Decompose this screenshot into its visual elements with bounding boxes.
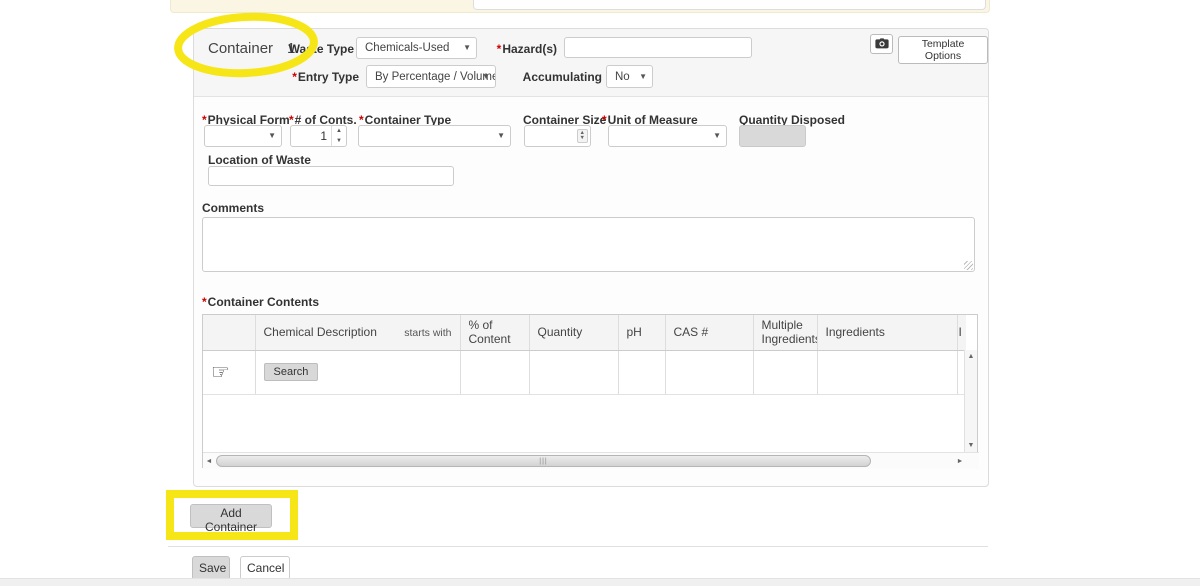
multiple-ingredients-column-header: Multiple Ingredients — [753, 315, 817, 350]
spin-up-icon[interactable]: ▲ — [332, 126, 346, 136]
top-alert-remnant — [170, 0, 990, 13]
spin-down-icon: ▼ — [580, 136, 585, 141]
container-size-spinner[interactable]: ▲ ▼ — [577, 129, 588, 143]
pct-of-content-cell — [460, 350, 529, 394]
quantity-cell — [529, 350, 618, 394]
location-of-waste-input[interactable] — [208, 166, 454, 186]
accumulating-select[interactable]: No ▼ — [606, 65, 653, 88]
horizontal-scrollbar[interactable]: ◄ ||| ► — [203, 452, 979, 469]
spin-down-icon[interactable]: ▼ — [332, 136, 346, 146]
multiple-ingredients-cell — [753, 350, 817, 394]
accumulating-value: No — [615, 71, 630, 83]
table-header-row: Chemical Description starts with % of Co… — [203, 315, 966, 350]
chemical-description-column-header: Chemical Description starts with — [255, 315, 460, 350]
pct-of-content-column-header: % of Content — [460, 315, 529, 350]
entry-type-label: *Entry Type — [234, 70, 359, 84]
bottom-strip — [0, 578, 1200, 586]
num-conts-input[interactable] — [291, 126, 331, 146]
cas-cell — [665, 350, 753, 394]
waste-type-value: Chemicals-Used — [365, 42, 449, 54]
num-conts-spin-buttons: ▲ ▼ — [331, 126, 346, 146]
container-type-select[interactable]: ▼ — [358, 125, 511, 147]
chevron-down-icon: ▼ — [482, 72, 490, 81]
textarea-resize-handle[interactable] — [964, 261, 973, 270]
starts-with-hint: starts with — [404, 327, 451, 339]
num-conts-stepper[interactable]: ▲ ▼ — [290, 125, 347, 147]
save-button[interactable]: Save — [192, 556, 230, 580]
comments-textarea[interactable] — [202, 217, 975, 272]
scrollbar-grip: ||| — [539, 458, 547, 465]
scroll-left-arrow[interactable]: ◄ — [203, 453, 215, 469]
ingredients-column-header: Ingredients — [817, 315, 957, 350]
add-container-button[interactable]: Add Container — [190, 504, 272, 528]
vertical-scrollbar[interactable]: ▲ ▼ — [964, 350, 977, 452]
row-selector-cell: ☞ — [203, 350, 255, 394]
unit-of-measure-select[interactable]: ▼ — [608, 125, 727, 147]
location-of-waste-label: Location of Waste — [208, 153, 311, 167]
container-panel: Container1 Waste Type Chemicals-Used ▼ *… — [193, 28, 989, 487]
chevron-down-icon: ▼ — [268, 131, 276, 140]
chevron-down-icon: ▼ — [497, 131, 505, 140]
entry-type-select[interactable]: By Percentage / Volume ▼ — [366, 65, 496, 88]
entry-type-value: By Percentage / Volume — [375, 71, 496, 83]
comments-label: Comments — [202, 201, 264, 215]
hazards-input[interactable] — [564, 37, 752, 58]
chevron-down-icon: ▼ — [713, 131, 721, 140]
quantity-disposed-input — [739, 125, 806, 147]
camera-button[interactable] — [870, 34, 893, 54]
cancel-button[interactable]: Cancel — [240, 556, 290, 580]
container-panel-header: Container1 Waste Type Chemicals-Used ▼ *… — [194, 29, 988, 97]
quantity-column-header: Quantity — [529, 315, 618, 350]
template-options-button[interactable]: Template Options — [898, 36, 988, 64]
waste-container-form: Container1 Waste Type Chemicals-Used ▼ *… — [0, 0, 1200, 586]
search-chemical-button[interactable]: Search — [264, 363, 319, 381]
top-alert-inner-box — [473, 0, 986, 10]
chemical-description-cell: Search — [255, 350, 460, 394]
container-contents-table: Chemical Description starts with % of Co… — [202, 314, 978, 468]
section-divider — [168, 546, 988, 547]
row-selector-column-header — [203, 315, 255, 350]
cas-column-header: CAS # — [665, 315, 753, 350]
hazards-label: *Hazard(s) — [439, 42, 557, 56]
truncated-column-header: I — [957, 315, 966, 350]
ingredients-cell — [817, 350, 957, 394]
ph-cell — [618, 350, 665, 394]
table-empty-area — [203, 394, 966, 452]
camera-icon — [875, 37, 889, 52]
horizontal-scrollbar-thumb[interactable]: ||| — [216, 455, 871, 467]
table-row: ☞ Search — [203, 350, 966, 394]
scroll-right-arrow[interactable]: ► — [954, 453, 966, 469]
scroll-up-arrow[interactable]: ▲ — [965, 353, 977, 360]
ph-column-header: pH — [618, 315, 665, 350]
physical-form-select[interactable]: ▼ — [204, 125, 282, 147]
accumulating-label: Accumulating — [494, 70, 602, 84]
hand-pointer-icon: ☞ — [211, 361, 230, 384]
chevron-down-icon: ▼ — [639, 72, 647, 81]
container-contents-label: *Container Contents — [202, 295, 319, 309]
scroll-down-arrow[interactable]: ▼ — [965, 442, 977, 449]
waste-type-label: Waste Type — [256, 42, 354, 56]
